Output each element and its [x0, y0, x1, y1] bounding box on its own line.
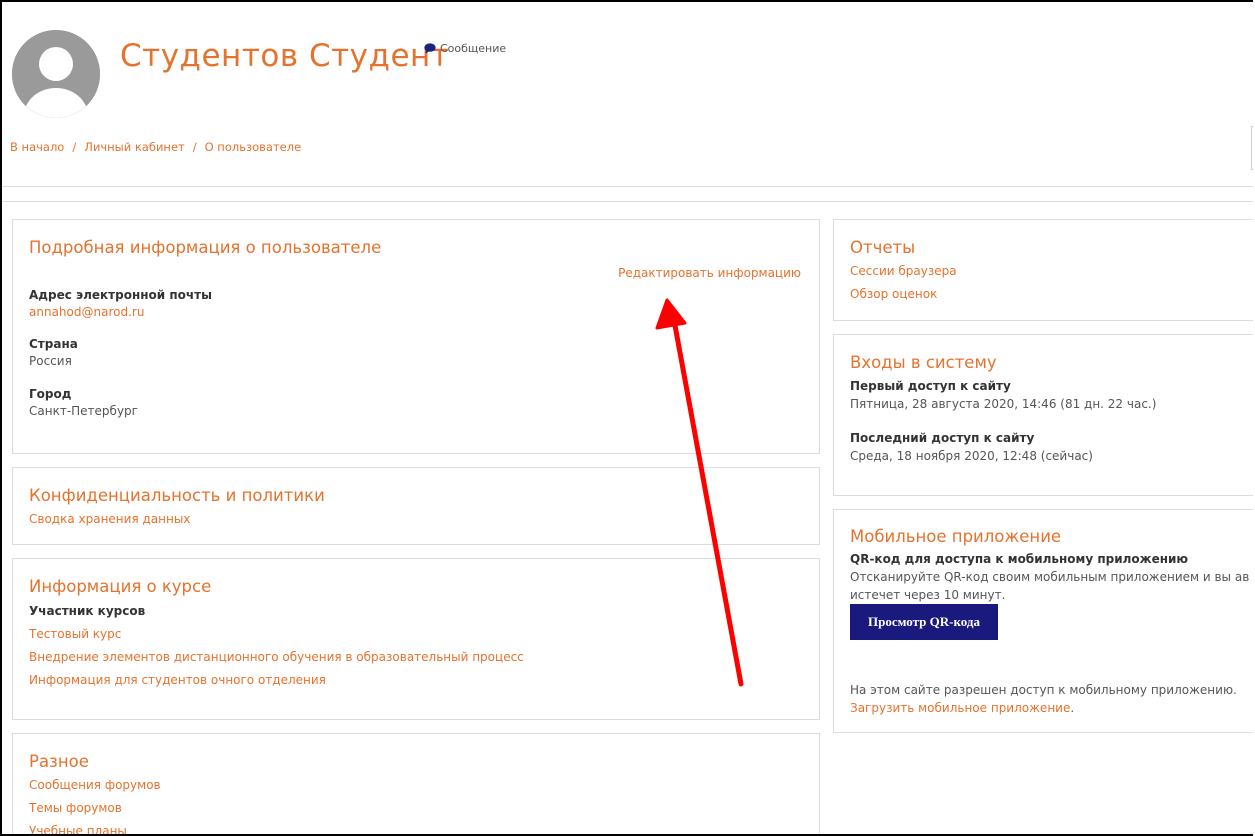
mobile-app-title: Мобильное приложение: [850, 527, 1062, 546]
forum-topics-link[interactable]: Темы форумов: [29, 801, 122, 815]
message-label: Сообщение: [440, 42, 507, 55]
misc-title: Разное: [29, 752, 89, 771]
header-divider: [2, 201, 1253, 202]
course-profiles-label: Участник курсов: [29, 604, 146, 618]
page-frame: Студентов Студент Сообщение В начало / Лич…: [0, 0, 1253, 836]
qr-instructions-line1: Отсканируйте QR-код своим мобильным прил…: [850, 570, 1250, 584]
country-label: Страна: [29, 337, 78, 351]
grades-overview-link[interactable]: Обзор оценок: [850, 287, 937, 301]
logins-card: Входы в систему Первый доступ к сайту Пя…: [833, 334, 1253, 496]
email-label: Адрес электронной почты: [29, 288, 212, 302]
city-value: Санкт-Петербург: [29, 404, 138, 418]
course-info-title: Информация о курсе: [29, 577, 212, 596]
first-access-value: Пятница, 28 августа 2020, 14:46 (81 дн. …: [850, 397, 1157, 411]
country-value: Россия: [29, 354, 72, 368]
user-details-card: Подробная информация о пользователе Реда…: [12, 219, 820, 454]
browser-sessions-link[interactable]: Сессии браузера: [850, 264, 957, 278]
misc-card: Разное Сообщения форумов Темы форумов Уч…: [12, 733, 820, 834]
course-link[interactable]: Информация для студентов очного отделени…: [29, 673, 326, 687]
breadcrumb-dashboard[interactable]: Личный кабинет: [84, 140, 185, 154]
forum-posts-link[interactable]: Сообщения форумов: [29, 778, 161, 792]
privacy-card: Конфиденциальность и политики Сводка хра…: [12, 467, 820, 545]
last-access-value: Среда, 18 ноября 2020, 12:48 (сейчас): [850, 449, 1093, 463]
first-access-label: Первый доступ к сайту: [850, 379, 1011, 393]
last-access-label: Последний доступ к сайту: [850, 431, 1035, 445]
user-details-title: Подробная информация о пользователе: [29, 238, 382, 257]
mobile-app-card: Мобильное приложение QR-код для доступа …: [833, 509, 1253, 733]
logins-title: Входы в систему: [850, 353, 997, 372]
course-link[interactable]: Внедрение элементов дистанционного обуче…: [29, 650, 524, 664]
breadcrumb: В начало / Личный кабинет / О пользователе: [10, 140, 302, 154]
download-app-link[interactable]: Загрузить мобильное приложение: [850, 701, 1070, 715]
user-avatar-icon[interactable]: [12, 30, 100, 118]
edit-profile-link[interactable]: Редактировать информацию: [618, 266, 801, 280]
speech-bubble-icon: [424, 43, 436, 54]
city-label: Город: [29, 387, 72, 401]
qr-instructions-line2: истечет через 10 минут.: [850, 588, 1006, 602]
learning-plans-link[interactable]: Учебные планы: [29, 824, 127, 834]
data-retention-link[interactable]: Сводка хранения данных: [29, 512, 190, 526]
breadcrumb-home[interactable]: В начало: [10, 140, 64, 154]
email-link[interactable]: annahod@narod.ru: [29, 305, 144, 319]
reports-card: Отчеты Сессии браузера Обзор оценок: [833, 219, 1253, 321]
course-info-card: Информация о курсе Участник курсов Тесто…: [12, 558, 820, 720]
course-link[interactable]: Тестовый курс: [29, 627, 121, 641]
page-header: Студентов Студент Сообщение В начало / Лич…: [2, 2, 1253, 187]
breadcrumb-profile[interactable]: О пользователе: [205, 140, 302, 154]
qr-code-label: QR-код для доступа к мобильному приложен…: [850, 552, 1189, 566]
view-qr-code-button[interactable]: Просмотр QR-кода: [850, 604, 998, 640]
privacy-title: Конфиденциальность и политики: [29, 486, 325, 505]
header-edge-control: [1251, 126, 1253, 170]
download-app-line: Загрузить мобильное приложение.: [850, 701, 1074, 715]
message-button[interactable]: Сообщение: [424, 42, 506, 55]
download-suffix: .: [1070, 701, 1075, 715]
user-full-name: Студентов Студент: [120, 38, 450, 74]
mobile-access-text: На этом сайте разрешен доступ к мобильно…: [850, 683, 1237, 697]
reports-title: Отчеты: [850, 238, 916, 257]
